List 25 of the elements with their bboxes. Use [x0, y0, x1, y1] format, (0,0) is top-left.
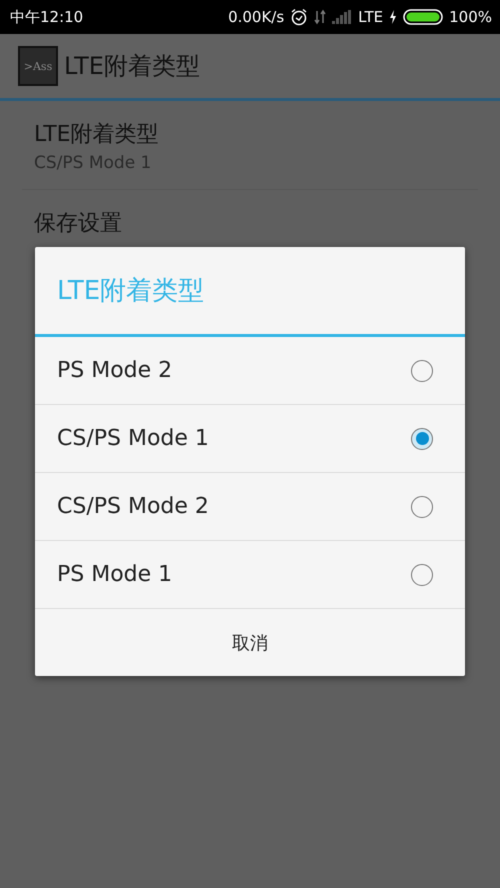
- network-speed: 0.00K/s: [228, 8, 284, 26]
- network-type: LTE: [358, 8, 384, 26]
- battery-icon: [403, 9, 444, 25]
- cancel-button[interactable]: 取消: [35, 609, 465, 676]
- option-label: PS Mode 2: [57, 358, 172, 383]
- option-label: PS Mode 1: [57, 562, 172, 587]
- app-icon: >Ass: [18, 46, 58, 86]
- charging-icon: [389, 10, 398, 24]
- option-item[interactable]: PS Mode 2: [35, 337, 465, 405]
- option-label: CS/PS Mode 2: [57, 494, 209, 519]
- app-title: LTE附着类型: [64, 51, 200, 82]
- data-arrows-icon: [314, 9, 326, 25]
- radio-button[interactable]: [411, 496, 433, 518]
- option-item[interactable]: PS Mode 1: [35, 541, 465, 609]
- signal-icon: [332, 10, 352, 24]
- option-item[interactable]: CS/PS Mode 1: [35, 405, 465, 473]
- option-label: CS/PS Mode 1: [57, 426, 209, 451]
- radio-button[interactable]: [411, 360, 433, 382]
- radio-button[interactable]: [411, 428, 433, 450]
- dialog-title: LTE附着类型: [57, 275, 204, 308]
- alarm-clock-icon: [290, 8, 308, 26]
- battery-percent: 100%: [449, 8, 492, 26]
- status-time: 中午12:10: [10, 8, 84, 26]
- option-item[interactable]: CS/PS Mode 2: [35, 473, 465, 541]
- radio-button[interactable]: [411, 564, 433, 586]
